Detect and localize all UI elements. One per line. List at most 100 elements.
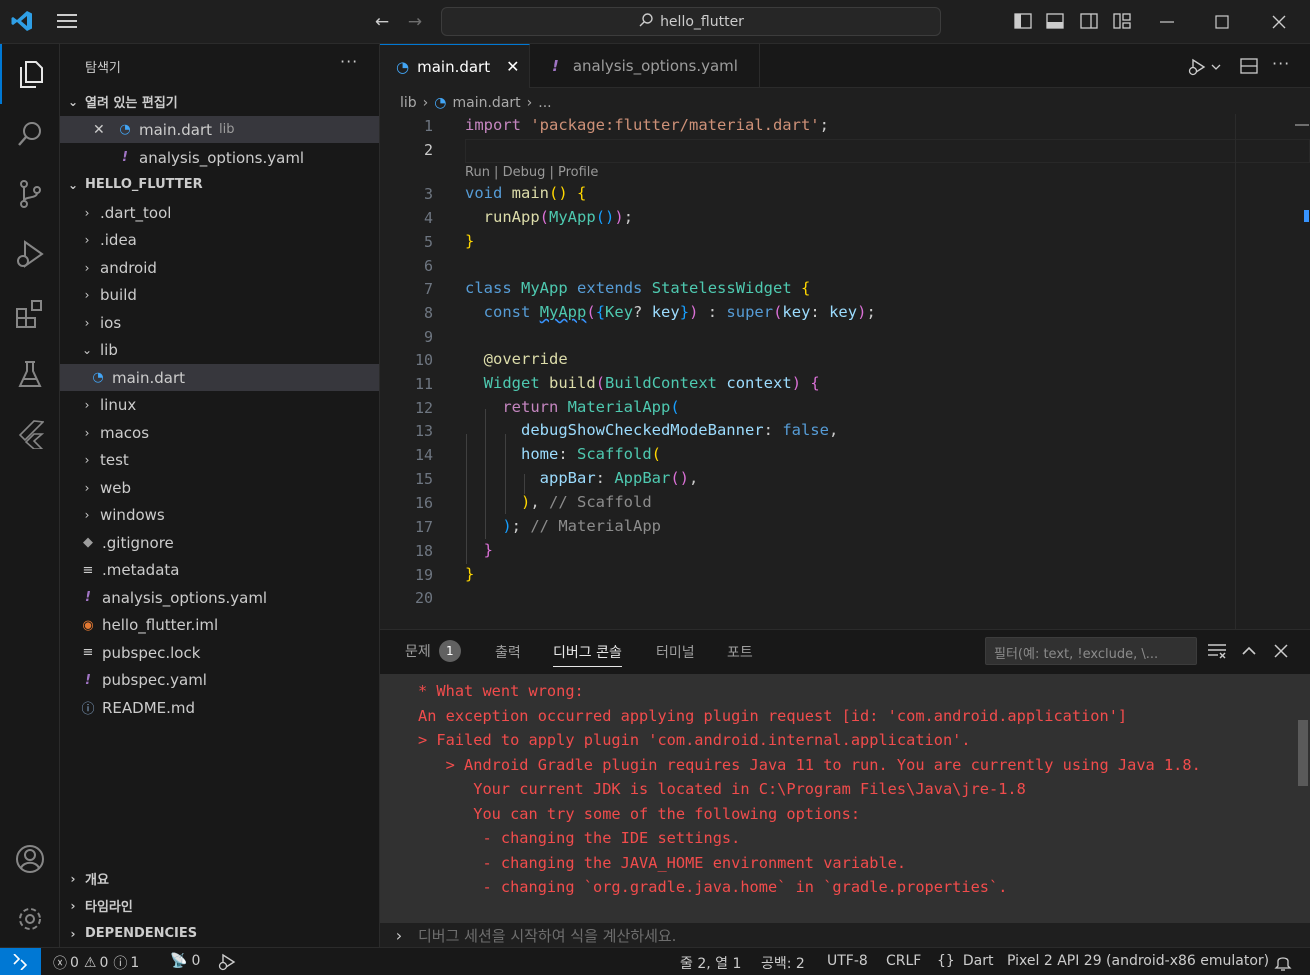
tree-folder-item[interactable]: › web [60, 474, 379, 501]
maximize-icon[interactable] [1213, 13, 1231, 35]
clear-console-icon[interactable] [1208, 643, 1226, 663]
tree-file-item[interactable]: ⓘ README.md [60, 694, 379, 721]
open-editor-item[interactable]: ✕ ◔ main.dart lib [60, 116, 379, 143]
breadcrumb-more[interactable]: ... [538, 95, 551, 111]
line-number: 4 [423, 209, 433, 227]
dependencies-section[interactable]: › DEPENDENCIES [60, 920, 379, 947]
tree-item-label: .metadata [102, 561, 180, 579]
notifications-bell-icon[interactable] [1274, 953, 1292, 975]
editor-tabs: ◔ main.dart ✕ ! analysis_options.yaml ··… [380, 44, 1310, 88]
git-file-icon: ◆ [83, 535, 93, 550]
line-number: 9 [423, 328, 433, 346]
device-selector[interactable]: Pixel 2 API 29 (android-x86 emulator) [1007, 953, 1269, 969]
back-arrow-icon[interactable]: ← [370, 10, 394, 34]
customize-layout-icon[interactable] [1113, 12, 1131, 34]
tree-folder-item[interactable]: › macos [60, 419, 379, 446]
tree-item-label: android [100, 258, 157, 277]
dart-file-icon: ◔ [434, 95, 447, 111]
more-actions-icon[interactable]: ··· [340, 52, 358, 71]
tree-folder-item[interactable]: › test [60, 447, 379, 474]
tab-ports[interactable]: 포트 [727, 642, 753, 662]
tab-main-dart[interactable]: ◔ main.dart ✕ [380, 44, 530, 88]
close-window-icon[interactable] [1270, 13, 1288, 35]
run-debug-dropdown-icon[interactable] [1188, 58, 1224, 80]
extensions-icon[interactable] [0, 284, 60, 344]
tree-item-label: pubspec.lock [102, 643, 201, 662]
line-number: 15 [414, 470, 433, 488]
console-scrollbar-thumb[interactable] [1298, 720, 1308, 786]
close-editor-icon[interactable]: ✕ [93, 122, 107, 138]
breadcrumb-folder[interactable]: lib [400, 95, 417, 111]
more-tab-actions-icon[interactable]: ··· [1272, 54, 1290, 73]
language-mode[interactable]: {} Dart [937, 953, 993, 969]
tree-folder-item[interactable]: › build [60, 282, 379, 309]
chevron-right-icon: › [422, 95, 429, 111]
testing-icon[interactable] [0, 344, 60, 404]
tree-folder-item[interactable]: › windows [60, 502, 379, 529]
open-editor-item[interactable]: ! analysis_options.yaml [60, 144, 379, 171]
tree-folder-item[interactable]: › android [60, 254, 379, 281]
tree-file-item[interactable]: ◆ .gitignore [60, 529, 379, 556]
breadcrumb-file[interactable]: main.dart [453, 95, 521, 111]
end-of-line[interactable]: CRLF [886, 953, 921, 969]
cursor-position[interactable]: 줄 2, 열 1 [680, 953, 741, 973]
console-input[interactable]: › 디버그 세션을 시작하여 식을 계산하세요. [380, 923, 1310, 948]
tab-debug-console[interactable]: 디버그 콘솔 [553, 642, 622, 667]
tab-output[interactable]: 출력 [495, 642, 521, 662]
minimize-icon[interactable] [1158, 13, 1176, 35]
indentation[interactable]: 공백: 2 [761, 953, 805, 973]
tree-folder-item[interactable]: › .idea [60, 227, 379, 254]
dart-file-icon: ◔ [396, 57, 410, 76]
open-editors-header[interactable]: ⌄ 열려 있는 편집기 [60, 88, 379, 115]
toggle-panel-icon[interactable] [1046, 12, 1064, 34]
project-header[interactable]: ⌄ HELLO_FLUTTER [60, 171, 379, 198]
settings-gear-icon[interactable] [0, 889, 60, 949]
explorer-icon[interactable] [0, 44, 60, 104]
run-debug-icon[interactable] [0, 224, 60, 284]
debug-status-icon[interactable] [218, 953, 236, 975]
tree-file-item[interactable]: ◔ main.dart [60, 364, 379, 391]
menu-icon[interactable] [56, 11, 78, 35]
bottom-panel: 문제 1 출력 디버그 콘솔 터미널 포트 필터(예: text, !exclu… [380, 629, 1310, 948]
info-file-icon: ⓘ [81, 702, 95, 717]
filter-input[interactable]: 필터(예: text, !exclude, \... [985, 637, 1197, 665]
split-editor-icon[interactable] [1240, 57, 1258, 79]
tree-folder-item[interactable]: › ios [60, 309, 379, 336]
tree-file-item[interactable]: ! pubspec.yaml [60, 667, 379, 694]
toggle-primary-sidebar-icon[interactable] [1014, 12, 1032, 34]
tab-problems[interactable]: 문제 1 [405, 640, 461, 662]
remote-indicator-icon[interactable] [0, 948, 41, 975]
yaml-file-icon: ! [122, 150, 128, 165]
tab-terminal[interactable]: 터미널 [656, 642, 695, 662]
close-tab-icon[interactable]: ✕ [506, 57, 519, 76]
tree-file-item[interactable]: ≡ pubspec.lock [60, 639, 379, 666]
encoding[interactable]: UTF-8 [827, 953, 868, 969]
overview-ruler-marker [1304, 210, 1309, 222]
tree-file-item[interactable]: ! analysis_options.yaml [60, 584, 379, 611]
source-control-icon[interactable] [0, 164, 60, 224]
toggle-secondary-sidebar-icon[interactable] [1080, 12, 1098, 34]
code-editor[interactable]: 1 2 3 4 5 6 7 8 9 10 11 12 13 14 15 16 17 18 19 20 Run | De… [380, 114, 1310, 629]
tree-item-label: test [100, 451, 129, 469]
problems-status[interactable]: ⓧ 0 ⚠ 0 ⓘ 1 [53, 953, 139, 973]
forward-arrow-icon[interactable]: → [403, 10, 427, 34]
search-view-icon[interactable] [0, 104, 60, 164]
tree-file-item[interactable]: ◉ hello_flutter.iml [60, 612, 379, 639]
tab-analysis-options[interactable]: ! analysis_options.yaml [530, 44, 760, 88]
tree-folder-item[interactable]: › .dart_tool [60, 199, 379, 226]
chevron-right-icon: › [70, 871, 76, 886]
close-panel-icon[interactable] [1273, 643, 1289, 663]
accounts-icon[interactable] [0, 829, 60, 889]
timeline-section[interactable]: › 타임라인 [60, 892, 379, 919]
command-center-search[interactable]: hello_flutter [441, 7, 941, 36]
maximize-panel-icon[interactable] [1241, 643, 1257, 663]
flutter-icon[interactable] [0, 404, 60, 464]
ports-status[interactable]: 📡 0 [170, 953, 200, 969]
tree-folder-item[interactable]: › linux [60, 392, 379, 419]
info-icon: ⓘ [113, 956, 128, 972]
tree-folder-item[interactable]: ⌄ lib [60, 337, 379, 364]
tree-file-item[interactable]: ≡ .metadata [60, 557, 379, 584]
codelens-run-debug-profile[interactable]: Run | Debug | Profile [465, 165, 598, 180]
outline-section[interactable]: › 개요 [60, 865, 379, 892]
chevron-right-icon: › [395, 926, 403, 945]
